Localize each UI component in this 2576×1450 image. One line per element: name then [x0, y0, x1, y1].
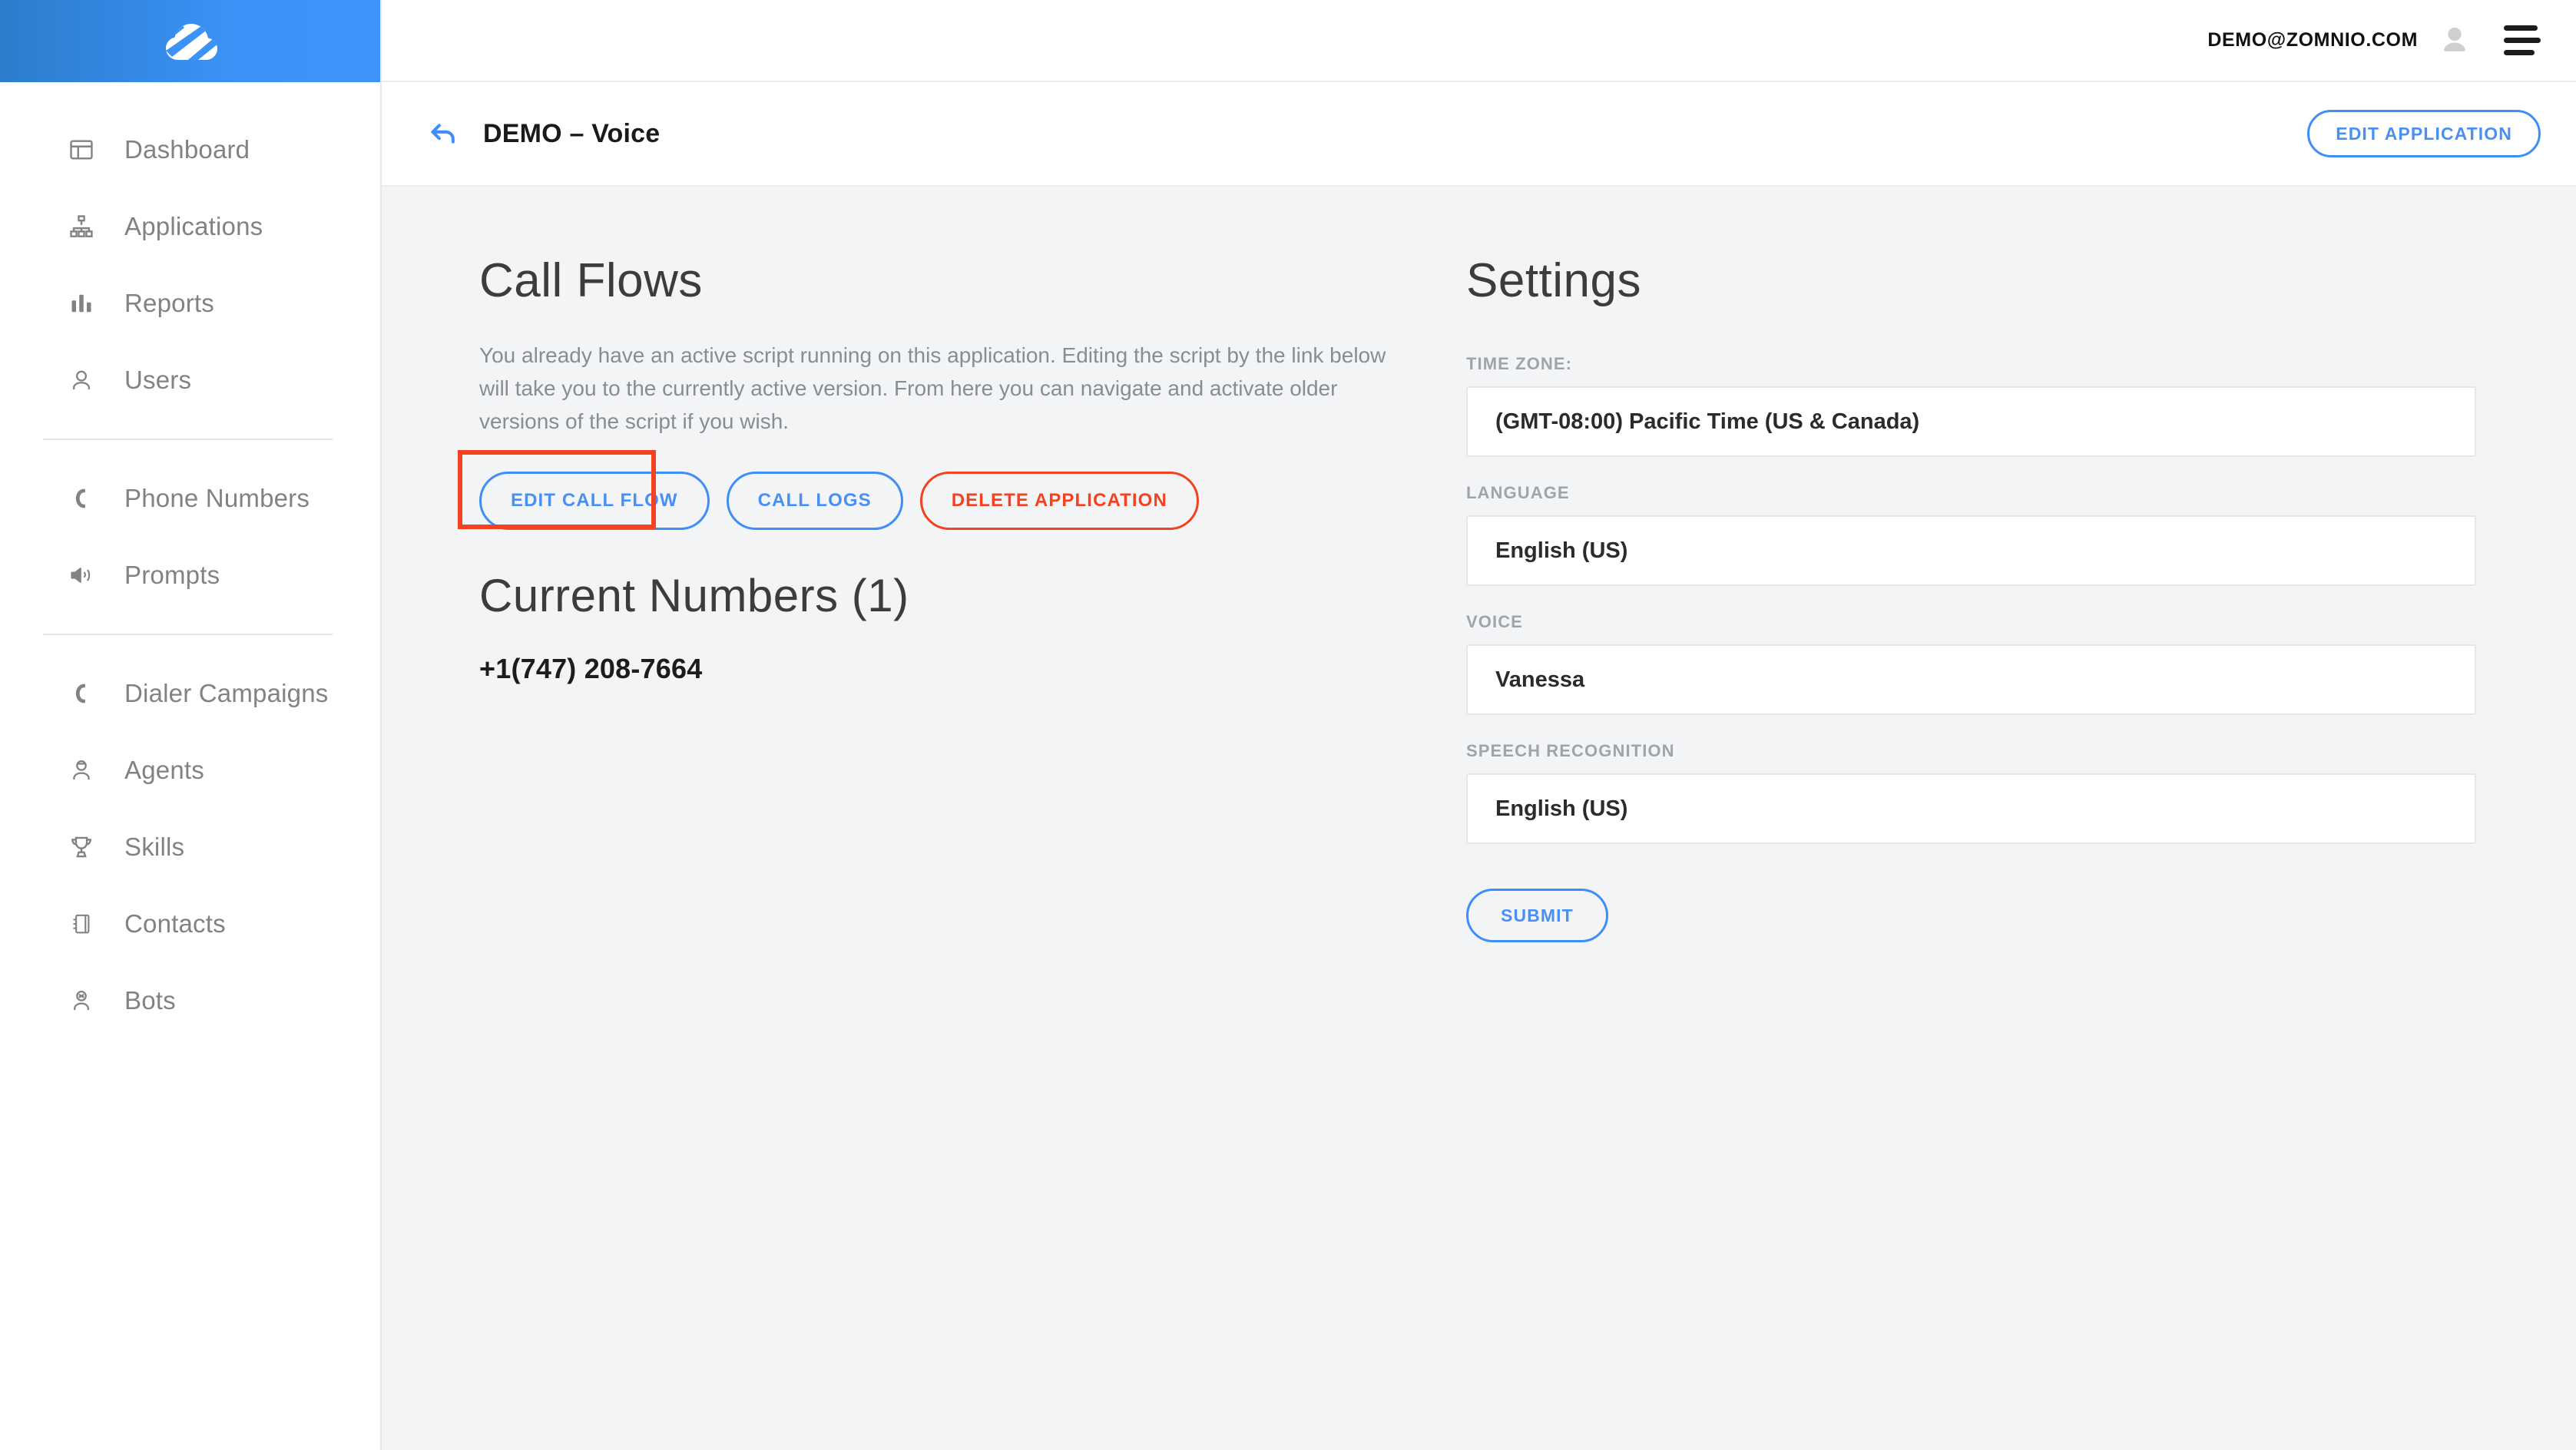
sidebar-item-label: Skills — [124, 833, 185, 861]
main-content: Call Flows You already have an active sc… — [382, 187, 2576, 1450]
sidebar-item-label: Bots — [124, 986, 176, 1015]
app-root: Dashboard Applications Reports Users Pho… — [0, 0, 2576, 1450]
field-speech-recognition: SPEECH RECOGNITION English (US) — [1466, 741, 2476, 844]
sidebar-item-agents[interactable]: Agents — [0, 732, 380, 809]
edit-application-button[interactable]: EDIT APPLICATION — [2307, 110, 2541, 157]
brand-header — [0, 0, 380, 82]
edit-call-flow-button[interactable]: EDIT CALL FLOW — [479, 472, 710, 531]
sidebar-item-label: Phone Numbers — [124, 484, 310, 512]
sidebar-item-label: Prompts — [124, 561, 220, 589]
top-bar: DEMO@ZOMNIO.COM — [382, 0, 2576, 82]
right-pane: DEMO@ZOMNIO.COM DEMO – Voice EDIT APPLIC… — [382, 0, 2576, 1450]
speaker-icon — [65, 558, 98, 592]
sidebar-item-contacts[interactable]: Contacts — [0, 886, 380, 962]
sidebar-item-bots[interactable]: Bots — [0, 962, 380, 1039]
sidebar-nav: Dashboard Applications Reports Users Pho… — [0, 82, 380, 1039]
sidebar-divider — [43, 634, 333, 635]
settings-section: Settings TIME ZONE: (GMT-08:00) Pacific … — [1396, 257, 2576, 942]
field-voice: VOICE Vanessa — [1466, 612, 2476, 715]
user-email: DEMO@ZOMNIO.COM — [2207, 29, 2418, 51]
delete-application-button[interactable]: DELETE APPLICATION — [919, 472, 1199, 531]
call-flows-section: Call Flows You already have an active sc… — [382, 257, 1396, 942]
dashboard-icon — [65, 133, 98, 167]
sidebar-item-label: Applications — [124, 212, 263, 240]
call-flows-title: Call Flows — [479, 254, 703, 307]
avatar-icon[interactable] — [2438, 24, 2472, 58]
sidebar-item-users[interactable]: Users — [0, 342, 380, 419]
sidebar-item-dialer-campaigns[interactable]: Dialer Campaigns — [0, 655, 380, 732]
sidebar-item-reports[interactable]: Reports — [0, 265, 380, 342]
cloud-swoosh-logo-icon — [158, 18, 223, 65]
sitemap-icon — [65, 210, 98, 243]
sidebar-item-dashboard[interactable]: Dashboard — [0, 111, 380, 188]
sidebar-item-label: Reports — [124, 289, 214, 317]
speech-recognition-select[interactable]: English (US) — [1466, 773, 2476, 844]
current-numbers-title: Current Numbers (1) — [479, 570, 909, 622]
sidebar: Dashboard Applications Reports Users Pho… — [0, 0, 382, 1450]
submit-button[interactable]: SUBMIT — [1466, 889, 1608, 942]
field-language: LANGUAGE English (US) — [1466, 483, 2476, 586]
bot-icon — [65, 984, 98, 1018]
sidebar-item-label: Dashboard — [124, 135, 250, 164]
settings-title: Settings — [1466, 254, 1642, 307]
sidebar-group-telephony: Phone Numbers Prompts — [0, 460, 380, 614]
agent-icon — [65, 753, 98, 787]
phone-number: +1(747) 208-7664 — [479, 653, 703, 685]
field-time-zone: TIME ZONE: (GMT-08:00) Pacific Time (US … — [1466, 354, 2476, 457]
language-select[interactable]: English (US) — [1466, 515, 2476, 586]
sidebar-group-primary: Dashboard Applications Reports Users — [0, 111, 380, 419]
time-zone-select[interactable]: (GMT-08:00) Pacific Time (US & Canada) — [1466, 386, 2476, 457]
page-header-bar: DEMO – Voice EDIT APPLICATION — [382, 82, 2576, 187]
page-title: DEMO – Voice — [483, 118, 661, 148]
content-columns: Call Flows You already have an active sc… — [382, 187, 2576, 942]
user-icon — [65, 363, 98, 397]
voice-select[interactable]: Vanessa — [1466, 644, 2476, 715]
field-label: LANGUAGE — [1466, 483, 1570, 502]
sidebar-group-contact-center: Dialer Campaigns Agents Skills Contacts … — [0, 655, 380, 1039]
bar-chart-icon — [65, 286, 98, 320]
address-book-icon — [65, 907, 98, 941]
call-flows-button-row: EDIT CALL FLOW CALL LOGS DELETE APPLICAT… — [458, 450, 1396, 531]
sidebar-item-skills[interactable]: Skills — [0, 809, 380, 886]
sidebar-item-prompts[interactable]: Prompts — [0, 537, 380, 614]
phone-icon — [65, 482, 98, 515]
back-arrow-icon[interactable] — [426, 117, 460, 151]
sidebar-item-label: Dialer Campaigns — [124, 679, 329, 707]
sidebar-item-label: Agents — [124, 756, 204, 784]
sidebar-item-phone-numbers[interactable]: Phone Numbers — [0, 460, 380, 537]
sidebar-item-applications[interactable]: Applications — [0, 188, 380, 265]
hamburger-icon[interactable] — [2504, 25, 2541, 55]
sidebar-item-label: Users — [124, 366, 192, 394]
phone-icon — [65, 677, 98, 710]
field-label: SPEECH RECOGNITION — [1466, 741, 1675, 760]
sidebar-item-label: Contacts — [124, 909, 226, 938]
call-flows-description: You already have an active script runnin… — [479, 343, 1386, 434]
call-logs-button[interactable]: CALL LOGS — [726, 472, 903, 531]
field-label: TIME ZONE: — [1466, 354, 1573, 373]
settings-fields: TIME ZONE: (GMT-08:00) Pacific Time (US … — [1466, 354, 2476, 844]
sidebar-divider — [43, 439, 333, 440]
trophy-icon — [65, 830, 98, 864]
field-label: VOICE — [1466, 612, 1523, 631]
